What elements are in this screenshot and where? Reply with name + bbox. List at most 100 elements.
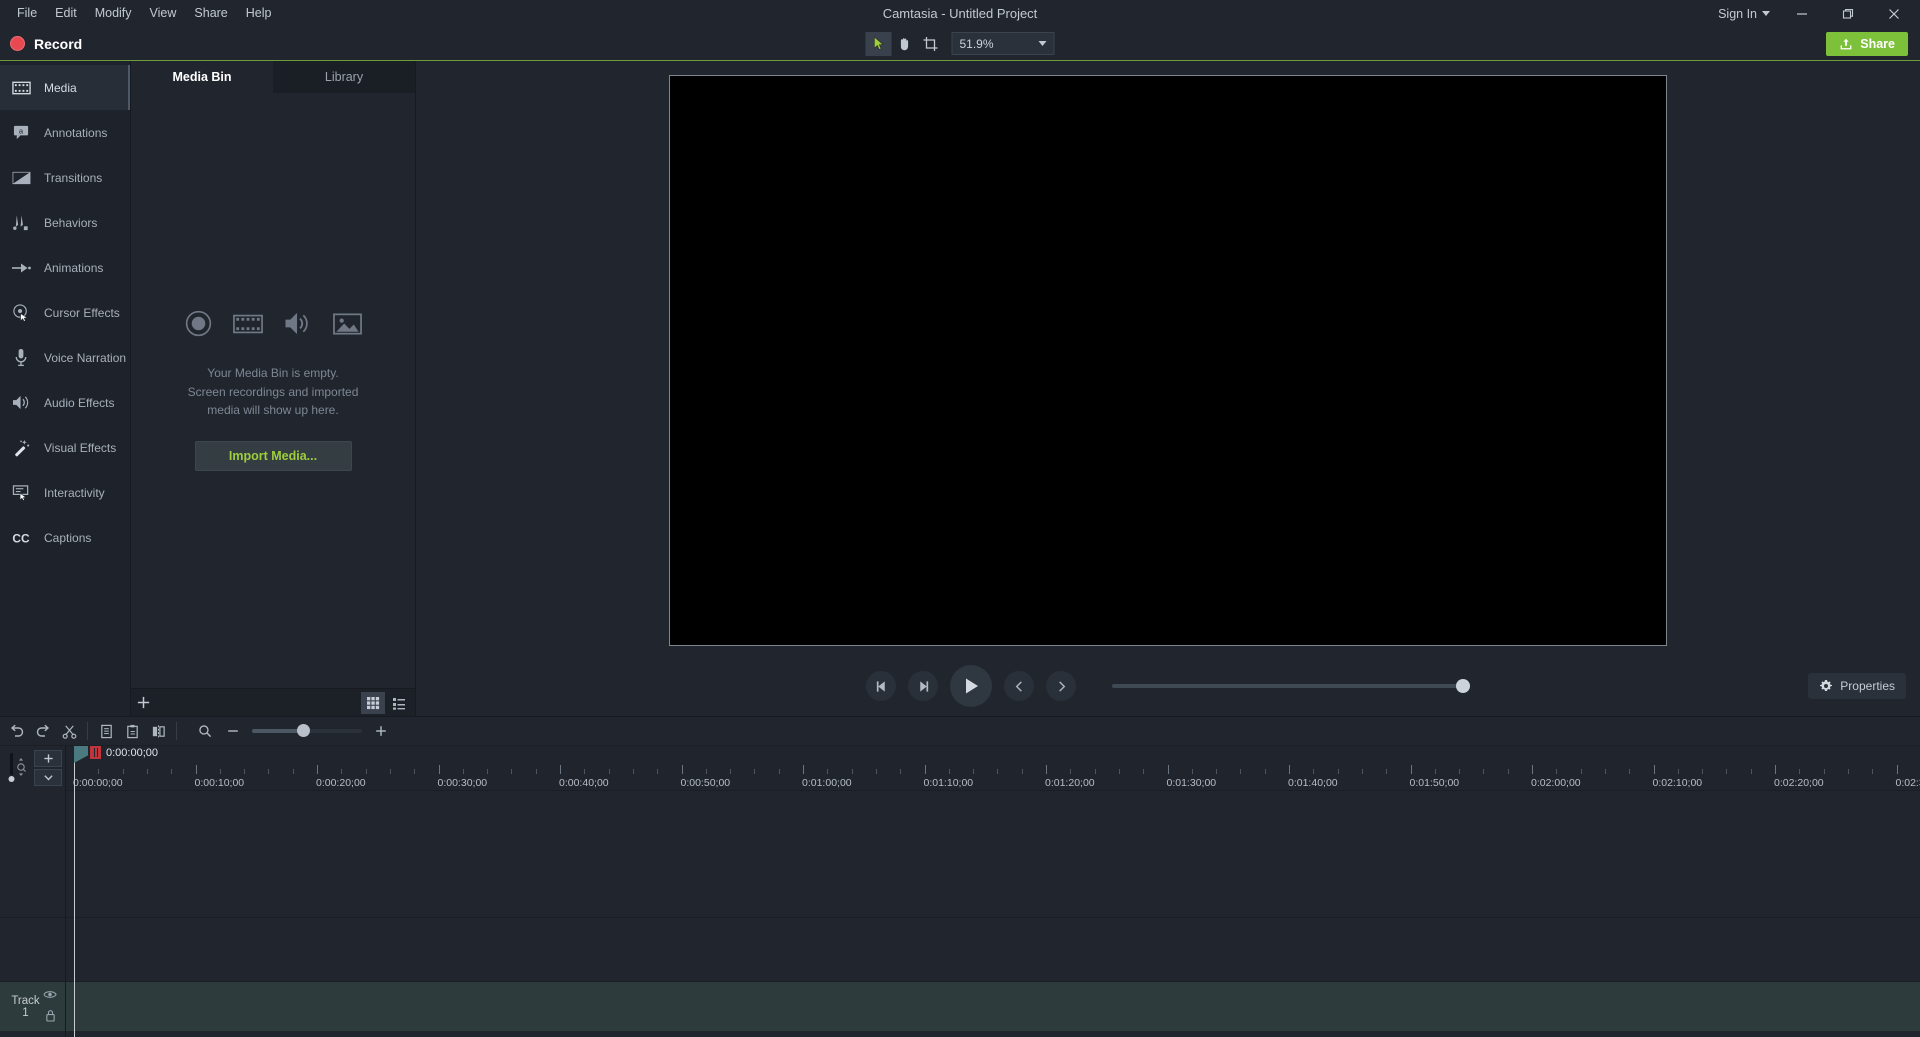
- ruler-tick-minor: [1191, 769, 1193, 774]
- menu-file[interactable]: File: [8, 3, 46, 24]
- ruler-time-label: 0:01:10;00: [923, 777, 974, 789]
- tab-media-bin[interactable]: Media Bin: [131, 61, 273, 93]
- zoom-level-select[interactable]: 51.9%: [951, 32, 1055, 55]
- sign-in-button[interactable]: Sign In: [1710, 3, 1778, 25]
- zoom-in-button[interactable]: [372, 722, 390, 740]
- menu-help[interactable]: Help: [237, 3, 281, 24]
- track-toggle-icons: [43, 986, 57, 1027]
- ruler-tick-minor: [997, 769, 999, 774]
- arrow-icon: [10, 257, 32, 279]
- ruler-time-label: 0:02:10;00: [1652, 777, 1703, 789]
- menu-modify[interactable]: Modify: [86, 3, 141, 24]
- import-media-label: Import Media...: [228, 448, 318, 463]
- timeline-ruler[interactable]: 0:00:00;00 0:00:10;00 0:00:20;00 0:00:30;00…: [66, 746, 1920, 791]
- menu-edit[interactable]: Edit: [46, 3, 86, 24]
- preview-scrubber[interactable]: [1112, 679, 1470, 693]
- pointer-tool-button[interactable]: [865, 31, 892, 56]
- add-media-button[interactable]: [131, 692, 155, 714]
- sidebar-item-captions[interactable]: CC Captions: [0, 515, 130, 560]
- tab-library[interactable]: Library: [273, 61, 415, 93]
- list-view-button[interactable]: [387, 692, 411, 714]
- properties-button[interactable]: Properties: [1808, 673, 1906, 699]
- copy-icon: [100, 724, 112, 738]
- step-back-icon: [876, 680, 885, 692]
- next-button[interactable]: [1046, 671, 1076, 701]
- sidebar-item-label: Media: [44, 80, 77, 95]
- ruler-time-label: 0:01:20;00: [1045, 777, 1095, 789]
- track-lane-1[interactable]: [66, 981, 1920, 1031]
- zoom-out-button[interactable]: [224, 722, 242, 740]
- menu-share[interactable]: Share: [185, 3, 236, 24]
- step-forward-button[interactable]: [908, 671, 938, 701]
- sidebar-item-animations[interactable]: Animations: [0, 245, 130, 290]
- ruler-tick-minor: [414, 769, 416, 774]
- sidebar-item-cursor-effects[interactable]: Cursor Effects: [0, 290, 130, 335]
- plus-icon: [376, 726, 386, 736]
- lock-icon[interactable]: [45, 1009, 56, 1027]
- properties-label: Properties: [1840, 679, 1895, 693]
- close-button[interactable]: [1872, 0, 1916, 27]
- share-label: Share: [1860, 37, 1895, 51]
- sidebar-item-audio-effects[interactable]: Audio Effects: [0, 380, 130, 425]
- share-button[interactable]: Share: [1826, 32, 1908, 56]
- cut-button[interactable]: [56, 719, 82, 743]
- collapse-tracks-button[interactable]: [34, 769, 62, 786]
- sidebar-item-interactivity[interactable]: Interactivity: [0, 470, 130, 515]
- ruler-tick-major: [1896, 765, 1898, 774]
- ruler-tick-minor: [462, 769, 464, 774]
- undo-button[interactable]: [4, 719, 30, 743]
- canvas-wrapper: [669, 75, 1667, 646]
- timeline-tracks-area[interactable]: [66, 791, 1920, 1037]
- ruler-tick-minor: [1507, 769, 1509, 774]
- ruler-tick-minor: [389, 769, 391, 774]
- timeline-canvas[interactable]: 0:00:00;00 0:00:10;00 0:00:20;00 0:00:30;00…: [66, 746, 1920, 1037]
- timeline-zoom-slider[interactable]: [252, 724, 362, 737]
- preview-canvas[interactable]: [669, 75, 1667, 646]
- behaviors-icon: [10, 212, 32, 234]
- sidebar-item-annotations[interactable]: a Annotations: [0, 110, 130, 155]
- cursor-effects-icon: [10, 302, 32, 324]
- ruler-tick-major: [317, 765, 318, 774]
- paste-icon: [126, 724, 138, 738]
- hand-tool-button[interactable]: [892, 32, 918, 56]
- track-header-track-1[interactable]: Track 1: [0, 981, 65, 1031]
- record-circle-icon: [185, 310, 212, 342]
- sidebar-item-media[interactable]: Media: [0, 65, 130, 110]
- step-back-button[interactable]: [866, 671, 896, 701]
- ruler-tick-minor: [122, 769, 124, 774]
- main-body: Media a Annotations Transitions Behavior…: [0, 61, 1920, 716]
- sidebar-item-visual-effects[interactable]: Visual Effects: [0, 425, 130, 470]
- split-icon: [152, 724, 165, 738]
- speaker-icon: [284, 311, 312, 341]
- maximize-button[interactable]: [1826, 0, 1870, 27]
- playhead[interactable]: 0:00:00;00: [74, 746, 158, 1037]
- scrubber-handle[interactable]: [1456, 679, 1470, 693]
- grid-view-button[interactable]: [361, 691, 385, 714]
- sidebar-item-voice-narration[interactable]: Voice Narration: [0, 335, 130, 380]
- paste-button[interactable]: [119, 719, 145, 743]
- ruler-tick-minor: [900, 769, 902, 774]
- gear-icon: [1820, 680, 1833, 692]
- sidebar-item-behaviors[interactable]: Behaviors: [0, 200, 130, 245]
- minimize-button[interactable]: [1780, 0, 1824, 27]
- menu-view[interactable]: View: [141, 3, 186, 24]
- import-media-button[interactable]: Import Media...: [194, 440, 352, 471]
- ruler-tick-minor: [1240, 769, 1242, 774]
- play-button[interactable]: [950, 665, 992, 707]
- zoom-slider-handle[interactable]: [297, 724, 311, 737]
- crop-tool-button[interactable]: [918, 32, 944, 56]
- redo-button[interactable]: [30, 719, 56, 743]
- sidebar-item-label: Visual Effects: [44, 440, 117, 455]
- magnifier-icon[interactable]: [196, 722, 214, 740]
- ruler-tick-minor: [535, 769, 537, 774]
- chevron-left-icon: [1015, 680, 1022, 692]
- ruler-tick-major: [1410, 765, 1412, 774]
- add-track-button[interactable]: [34, 750, 62, 767]
- copy-button[interactable]: [93, 719, 119, 743]
- split-button[interactable]: [145, 719, 171, 743]
- sidebar-item-transitions[interactable]: Transitions: [0, 155, 130, 200]
- eye-icon[interactable]: [43, 986, 57, 1004]
- record-button[interactable]: Record: [0, 27, 96, 61]
- previous-button[interactable]: [1004, 671, 1034, 701]
- ruler-tick-minor: [1750, 769, 1752, 774]
